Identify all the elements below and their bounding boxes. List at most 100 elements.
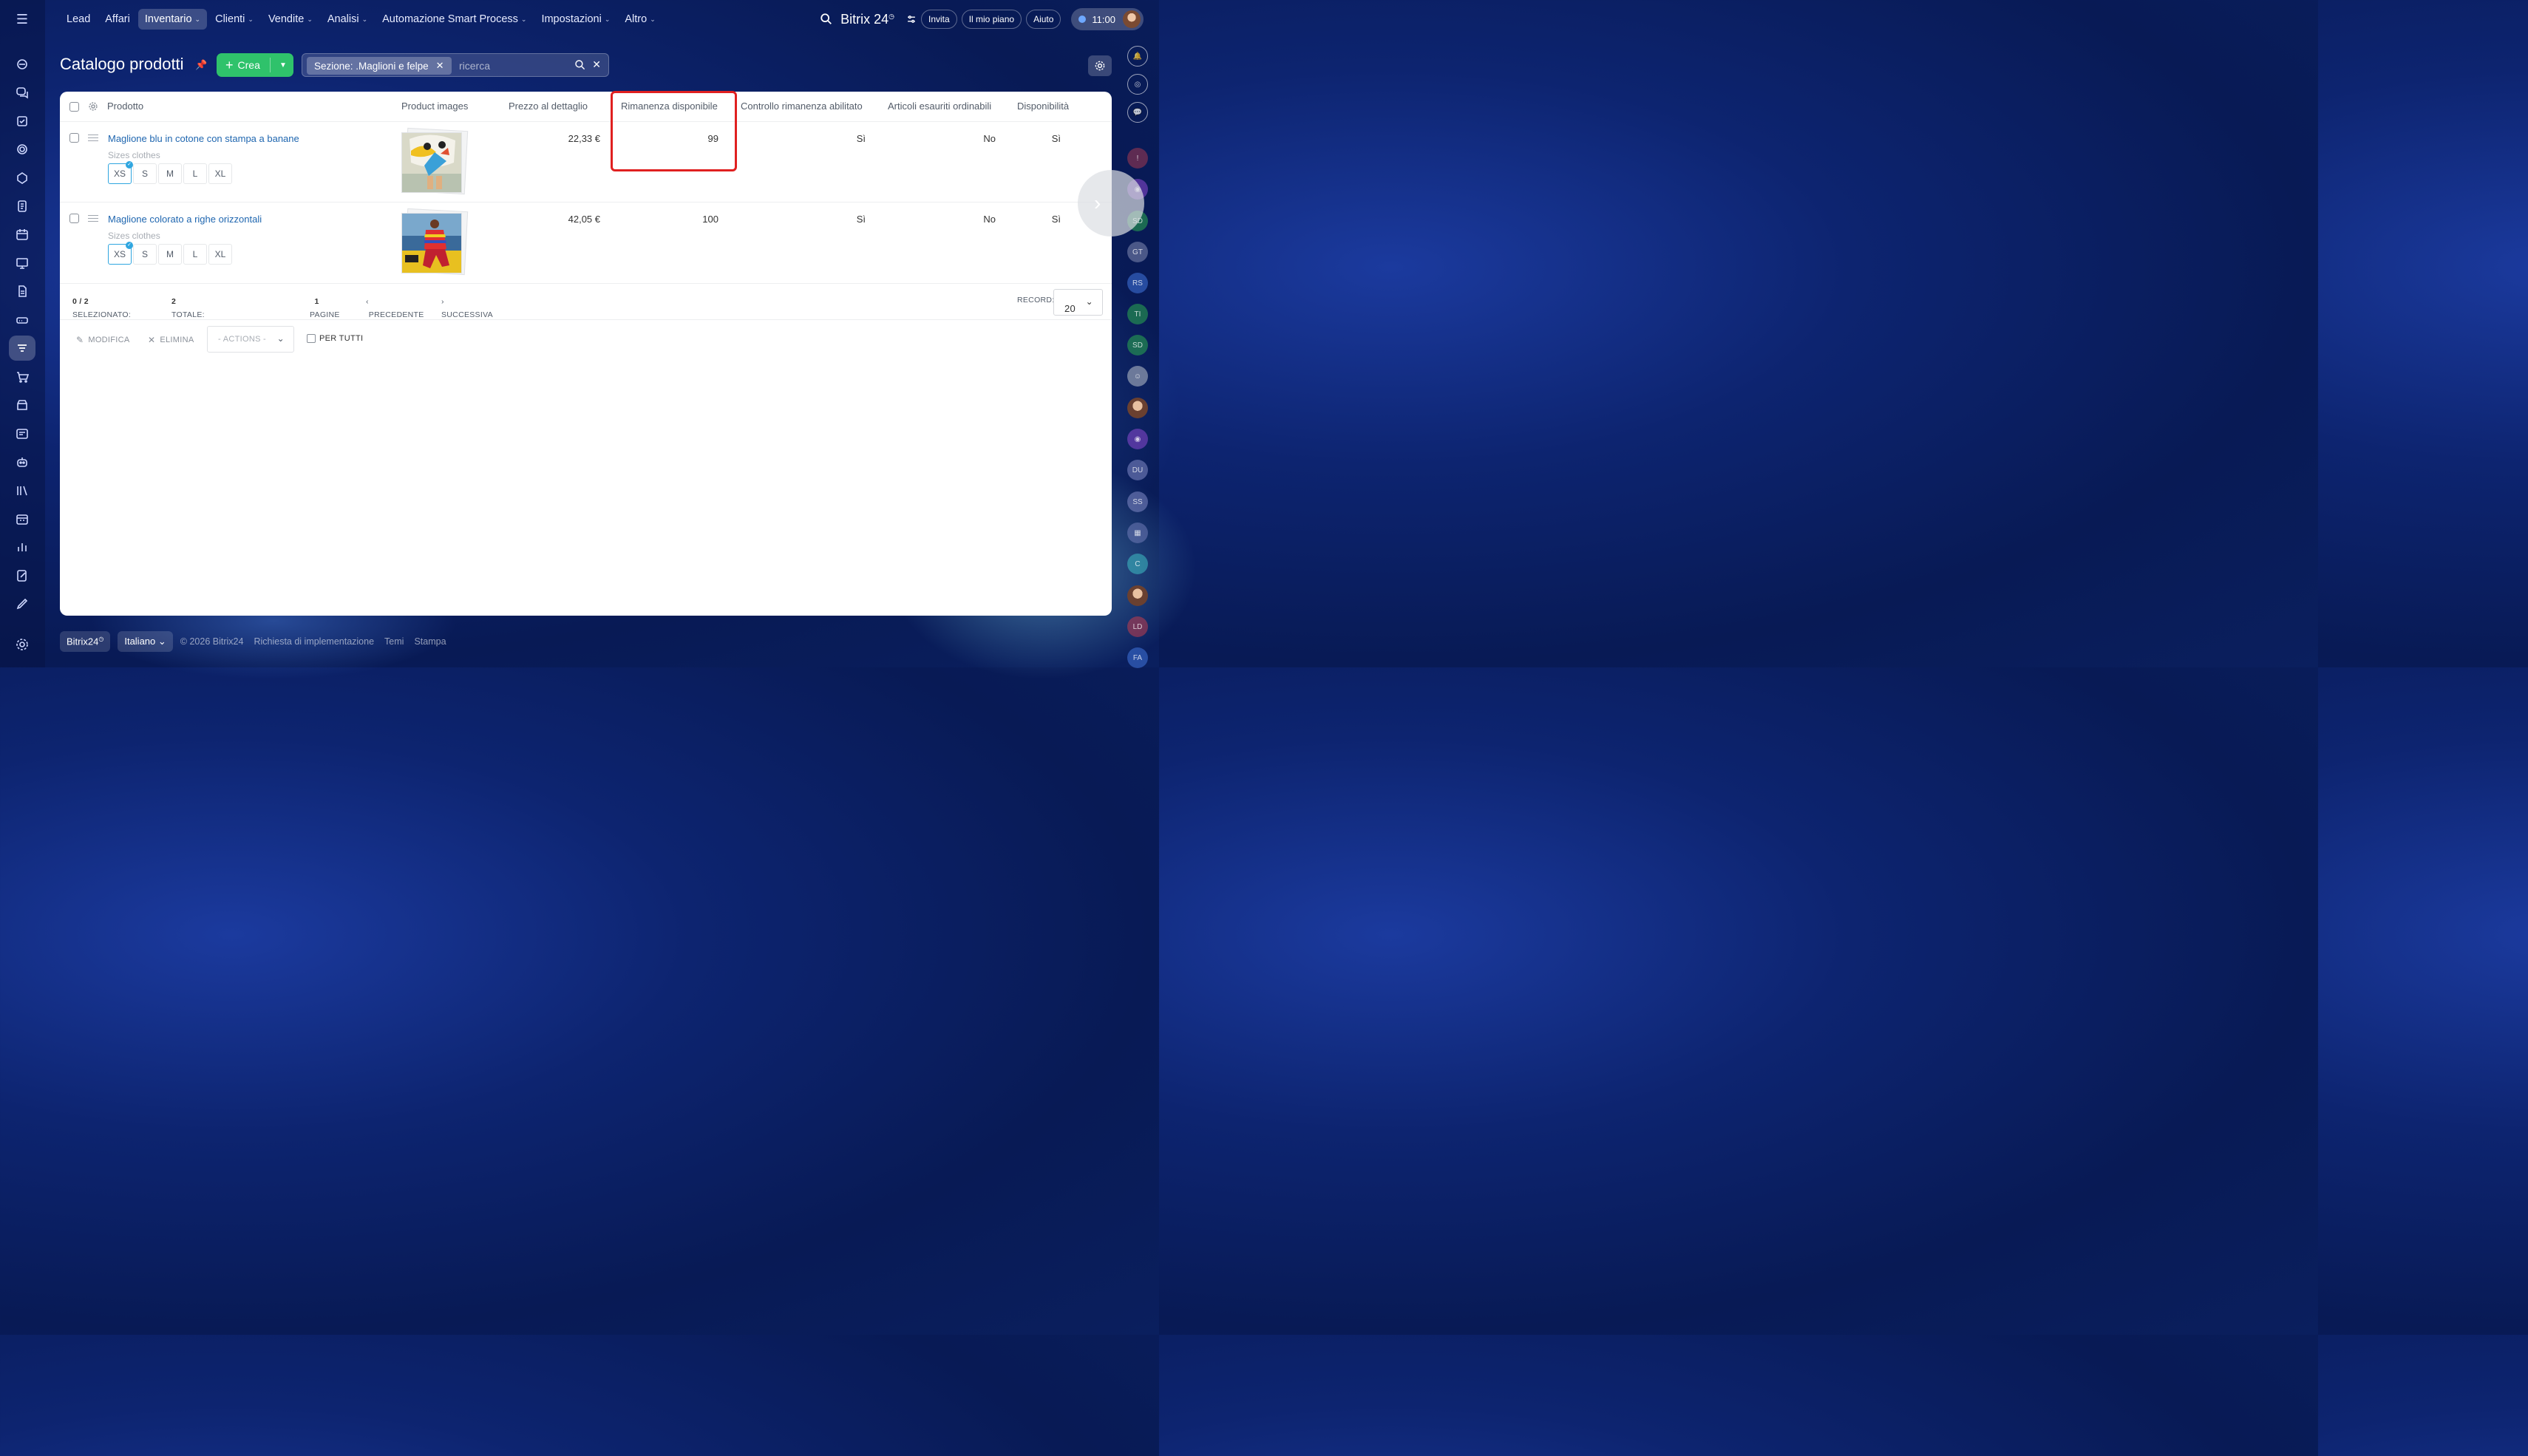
calendar-icon[interactable]: ▦ (1127, 523, 1148, 543)
product-name-link[interactable]: Maglione colorato a righe orizzontali (108, 214, 262, 225)
close-icon[interactable]: ✕ (436, 60, 444, 72)
actions-select[interactable]: - ACTIONS - ⌄ (207, 326, 294, 353)
deals-icon[interactable] (9, 166, 35, 191)
drag-handle-icon[interactable] (88, 215, 98, 222)
avatar[interactable]: FA (1127, 647, 1148, 668)
avatar[interactable]: DU (1127, 460, 1148, 480)
records-per-page-select[interactable]: 20 ⌄ (1053, 289, 1103, 316)
avatar[interactable] (1127, 398, 1148, 418)
column-header-stock-control[interactable]: Controllo rimanenza abilitato (741, 92, 863, 121)
delete-button[interactable]: ✕ ELIMINA (148, 335, 194, 345)
filter-settings-icon[interactable] (906, 14, 917, 24)
avatar[interactable]: TI (1127, 304, 1148, 324)
board-icon[interactable] (9, 251, 35, 276)
size-chip-l[interactable]: L (183, 163, 207, 184)
product-image[interactable] (401, 208, 469, 276)
alert-icon[interactable]: ! (1127, 148, 1148, 169)
my-plan-button[interactable]: Il mio piano (961, 10, 1022, 29)
copilot-icon[interactable]: ◎ (1127, 74, 1148, 95)
product-image[interactable] (401, 127, 469, 195)
avatar[interactable]: GT (1127, 242, 1148, 262)
nav-item-vendite[interactable]: Vendite ⌄ (262, 9, 319, 30)
row-checkbox[interactable] (69, 214, 79, 223)
pen-icon[interactable] (9, 591, 35, 616)
column-header-price[interactable]: Prezzo al dettaglio (509, 92, 588, 121)
gear-icon[interactable] (88, 101, 98, 115)
print-link[interactable]: Stampa (414, 636, 446, 647)
current-page[interactable]: 1 (314, 297, 319, 306)
gear-icon[interactable] (1088, 55, 1112, 76)
sign-icon[interactable] (9, 563, 35, 588)
chat-icon[interactable] (9, 80, 35, 105)
nav-item-lead[interactable]: Lead (60, 9, 97, 30)
store-icon[interactable] (9, 392, 35, 418)
menu-icon[interactable]: ☰ (13, 12, 31, 27)
analytics-icon[interactable] (9, 534, 35, 559)
filter-tag[interactable]: Sezione: .Maglioni e felpe ✕ (307, 57, 452, 75)
column-header-backorder[interactable]: Articoli esauriti ordinabili (888, 92, 991, 121)
groups-icon[interactable] (9, 137, 35, 162)
size-chip-xs[interactable]: XS ✓ (108, 242, 133, 265)
size-chip-s[interactable]: S (133, 244, 157, 265)
for-all-checkbox[interactable]: PER TUTTI (307, 334, 363, 343)
nav-item-automazione[interactable]: Automazione Smart Process ⌄ (376, 9, 533, 30)
settings-icon[interactable] (9, 632, 35, 657)
footer-brand-button[interactable]: Bitrix24◷ (60, 631, 111, 652)
nav-item-altro[interactable]: Altro ⌄ (618, 9, 662, 30)
chevron-down-icon[interactable]: ▼ (276, 53, 290, 77)
edit-button[interactable]: ✎ MODIFICA (76, 335, 130, 345)
pin-icon[interactable]: 📌 (195, 59, 207, 71)
nav-item-clienti[interactable]: Clienti ⌄ (208, 9, 260, 30)
clear-icon[interactable]: ✕ (592, 58, 601, 71)
language-select[interactable]: Italiano ⌄ (118, 631, 173, 652)
size-chip-m[interactable]: M (158, 244, 182, 265)
size-chip-xl[interactable]: XL (208, 244, 232, 265)
row-checkbox[interactable] (69, 133, 79, 143)
size-chip-m[interactable]: M (158, 163, 182, 184)
drag-handle-icon[interactable] (88, 135, 98, 141)
avatar[interactable] (1127, 585, 1148, 606)
tasks-icon[interactable] (9, 109, 35, 134)
time-tracker[interactable]: 11:00 (1071, 8, 1144, 30)
implementation-link[interactable]: Richiesta di implementazione (254, 636, 374, 647)
size-chip-xs[interactable]: XS ✓ (108, 161, 133, 184)
column-header-availability[interactable]: Disponibilità (1017, 92, 1069, 121)
filter-search-bar[interactable]: Sezione: .Maglioni e felpe ✕ ricerca ✕ (302, 53, 609, 77)
file-icon[interactable] (9, 279, 35, 304)
crm-icon[interactable] (9, 52, 35, 77)
avatar[interactable]: LD (1127, 616, 1148, 637)
search-input[interactable]: ricerca (459, 60, 490, 72)
avatar[interactable]: RS (1127, 273, 1148, 293)
size-chip-l[interactable]: L (183, 244, 207, 265)
checkbox[interactable] (307, 334, 316, 343)
nav-item-analisi[interactable]: Analisi ⌄ (321, 9, 374, 30)
avatar[interactable]: SD (1127, 335, 1148, 356)
invite-button[interactable]: Invita (921, 10, 957, 29)
notifications-icon[interactable]: 🔔 (1127, 46, 1148, 67)
size-chip-xl[interactable]: XL (208, 163, 232, 184)
robot-icon[interactable] (9, 449, 35, 474)
column-header-product[interactable]: Prodotto (107, 92, 143, 121)
calendar-icon[interactable] (9, 222, 35, 247)
select-all-checkbox[interactable] (69, 102, 79, 112)
avatar[interactable]: SS (1127, 491, 1148, 512)
cart-icon[interactable] (9, 364, 35, 389)
search-icon[interactable] (574, 59, 586, 71)
avatar[interactable]: ☺ (1127, 366, 1148, 387)
library-icon[interactable] (9, 478, 35, 503)
channel-icon[interactable]: ◉ (1127, 429, 1148, 449)
drive-icon[interactable] (9, 307, 35, 333)
schedule-icon[interactable] (9, 506, 35, 531)
prev-page-button[interactable]: ‹ PRECEDENTE (366, 297, 424, 319)
nav-item-affari[interactable]: Affari (98, 9, 137, 30)
next-page-button[interactable]: SUCCESSIVA › (441, 297, 493, 319)
help-button[interactable]: Aiuto (1026, 10, 1061, 29)
contact-center-icon[interactable] (9, 421, 35, 446)
create-button[interactable]: + Crea ▼ (217, 53, 293, 77)
nav-item-impostazioni[interactable]: Impostazioni ⌄ (534, 9, 616, 30)
scroll-right-arrow-icon[interactable]: › (1078, 170, 1144, 237)
themes-link[interactable]: Temi (384, 636, 404, 647)
search-icon[interactable] (820, 13, 833, 26)
avatar[interactable]: C (1127, 554, 1148, 574)
messenger-icon[interactable]: 💬 (1127, 102, 1148, 123)
